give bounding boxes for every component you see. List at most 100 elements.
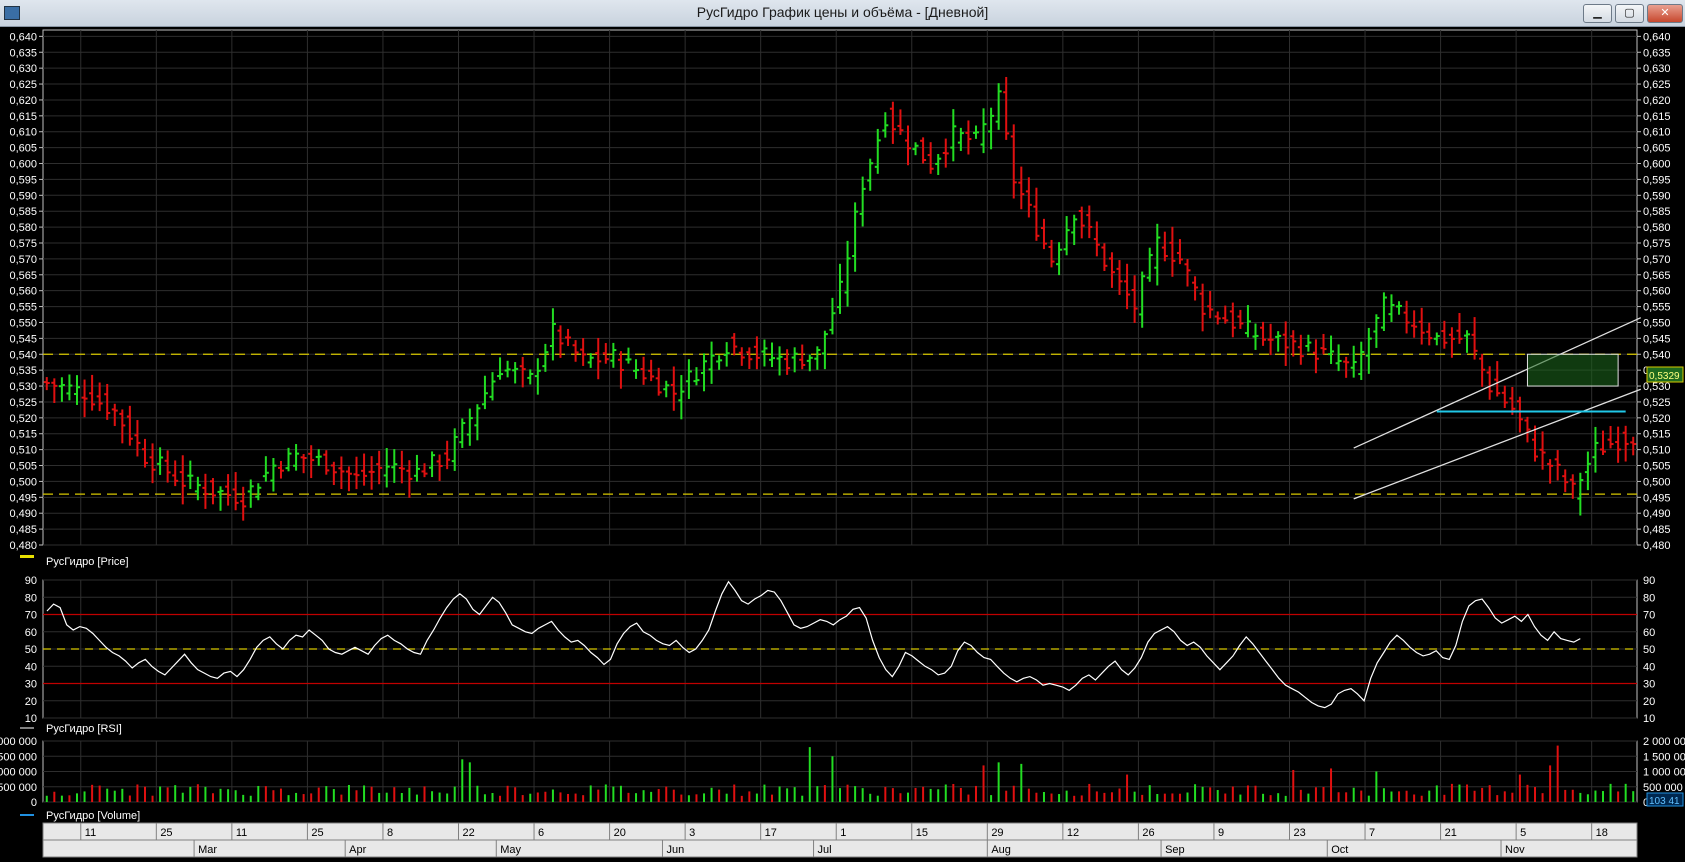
x-axis-day-label: 12: [1067, 827, 1079, 839]
x-axis-day-label: 25: [311, 827, 323, 839]
rsi-panel[interactable]: 10 10 20 20 30 30 40 40 50 50 60 60 70 70 80 80 90 90: [25, 575, 1656, 725]
price-y-tick-label-right: 0,580: [1643, 222, 1671, 234]
x-axis-month-label: May: [500, 844, 521, 856]
x-axis-month-label: Aug: [991, 844, 1011, 856]
x-axis-day-label: 1: [840, 827, 846, 839]
price-y-tick-label-right: 0,635: [1643, 47, 1671, 59]
price-y-tick-label-left: 0,485: [9, 524, 37, 536]
price-y-tick-label-right: 0,630: [1643, 63, 1671, 75]
price-y-tick-label-right: 0,570: [1643, 254, 1671, 266]
price-y-tick-label-left: 0,590: [9, 190, 37, 202]
x-axis-day-label: 20: [614, 827, 626, 839]
volume-y-tick-label-right: 1 000 000: [1643, 767, 1685, 779]
volume-legend-swatch: [20, 814, 34, 816]
volume-y-tick-label-left: 500 000: [0, 782, 37, 794]
price-y-tick-label-left: 0,550: [9, 317, 37, 329]
price-y-tick-label-right: 0,585: [1643, 206, 1671, 218]
volume-legend: РусГидро [Volume]: [46, 810, 140, 822]
price-y-tick-label-right: 0,545: [1643, 333, 1671, 345]
x-axis-day-label: 23: [1293, 827, 1305, 839]
chart-canvas: 0,480 0,480 0,485 0,485 0,490 0,490 0,495 0,495…: [0, 29, 1685, 858]
volume-y-tick-label-right: 1 500 000: [1643, 751, 1685, 763]
x-axis-day-label: 3: [689, 827, 695, 839]
price-y-tick-label-right: 0,595: [1643, 174, 1671, 186]
price-y-tick-label-left: 0,570: [9, 254, 37, 266]
x-axis-day-label: 25: [160, 827, 172, 839]
price-y-tick-label-right: 0,625: [1643, 79, 1671, 91]
price-y-tick-label-left: 0,575: [9, 238, 37, 250]
price-y-tick-label-right: 0,505: [1643, 461, 1671, 473]
price-y-tick-label-left: 0,515: [9, 429, 37, 441]
price-y-tick-label-left: 0,490: [9, 508, 37, 520]
price-y-tick-label-left: 0,620: [9, 95, 37, 107]
volume-y-tick-label-right: 2 000 000: [1643, 736, 1685, 748]
x-axis[interactable]: 11 25 11 25 8 22 6 20 3 17 1 15 29 12 26 9 23 7 21 5 18 Mar Ap…: [42, 822, 1638, 858]
x-axis-month-label: Jul: [818, 844, 832, 856]
x-axis-month-label: Mar: [198, 844, 217, 856]
price-y-tick-label-left: 0,625: [9, 79, 37, 91]
rsi-y-tick-label-left: 40: [25, 661, 37, 673]
price-y-tick-label-left: 0,500: [9, 476, 37, 488]
rsi-y-tick-label-right: 60: [1643, 627, 1655, 639]
price-y-tick-label-right: 0,550: [1643, 317, 1671, 329]
price-y-tick-label-left: 0,565: [9, 270, 37, 282]
price-y-tick-label-left: 0,615: [9, 111, 37, 123]
price-y-tick-label-right: 0,620: [1643, 95, 1671, 107]
price-legend: РусГидро [Price]: [46, 556, 129, 568]
rsi-y-tick-label-right: 50: [1643, 644, 1655, 656]
price-y-tick-label-right: 0,485: [1643, 524, 1671, 536]
x-axis-day-label: 22: [462, 827, 474, 839]
x-axis-day-label: 21: [1445, 827, 1457, 839]
rsi-y-tick-label-right: 40: [1643, 661, 1655, 673]
price-y-tick-label-right: 0,615: [1643, 111, 1671, 123]
volume-badge-text: 103 41: [1649, 796, 1680, 807]
price-y-tick-label-right: 0,500: [1643, 476, 1671, 488]
price-y-tick-label-right: 0,640: [1643, 31, 1671, 43]
price-y-tick-label-left: 0,505: [9, 461, 37, 473]
price-y-tick-label-right: 0,560: [1643, 286, 1671, 298]
rsi-y-tick-label-left: 70: [25, 610, 37, 622]
price-y-tick-label-right: 0,490: [1643, 508, 1671, 520]
rsi-y-tick-label-right: 30: [1643, 679, 1655, 691]
rsi-y-tick-label-right: 70: [1643, 610, 1655, 622]
x-axis-day-label: 11: [236, 827, 247, 839]
rsi-y-tick-label-left: 60: [25, 627, 37, 639]
price-panel[interactable]: 0,480 0,480 0,485 0,485 0,490 0,490 0,495 0,495…: [9, 29, 1671, 552]
rsi-y-tick-label-right: 20: [1643, 696, 1655, 708]
x-axis-day-label: 17: [765, 827, 777, 839]
price-y-tick-label-right: 0,515: [1643, 429, 1671, 441]
price-y-tick-label-left: 0,580: [9, 222, 37, 234]
price-y-tick-label-left: 0,540: [9, 349, 37, 361]
price-y-tick-label-left: 0,560: [9, 286, 37, 298]
price-y-tick-label-left: 0,600: [9, 159, 37, 171]
price-y-tick-label-left: 0,535: [9, 365, 37, 377]
x-axis-day-label: 5: [1520, 827, 1526, 839]
price-y-tick-label-right: 0,565: [1643, 270, 1671, 282]
rsi-y-tick-label-right: 90: [1643, 575, 1655, 587]
price-legend-swatch: [20, 555, 34, 558]
rsi-y-tick-label-left: 90: [25, 575, 37, 587]
x-axis-day-label: 29: [991, 827, 1003, 839]
price-y-tick-label-left: 0,525: [9, 397, 37, 409]
price-y-tick-label-right: 0,540: [1643, 349, 1671, 361]
x-axis-month-label: Sep: [1165, 844, 1185, 856]
price-y-tick-label-right: 0,520: [1643, 413, 1671, 425]
price-y-tick-label-right: 0,575: [1643, 238, 1671, 250]
volume-y-tick-label-left: 0: [31, 797, 37, 809]
rsi-y-tick-label-right: 10: [1643, 713, 1655, 725]
rsi-y-tick-label-right: 80: [1643, 592, 1655, 604]
price-y-tick-label-right: 0,495: [1643, 492, 1671, 504]
price-y-tick-label-right: 0,530: [1643, 381, 1671, 393]
rsi-y-tick-label-left: 80: [25, 592, 37, 604]
volume-panel[interactable]: 00500 000500 0001 000 0001 000 0001 500 …: [0, 736, 1685, 809]
x-axis-month-label: Oct: [1331, 844, 1348, 856]
volume-y-tick-label-left: 1 500 000: [0, 751, 37, 763]
price-y-tick-label-right: 0,610: [1643, 127, 1671, 139]
rsi-y-tick-label-left: 10: [25, 713, 37, 725]
rsi-y-tick-label-left: 30: [25, 679, 37, 691]
price-y-tick-label-left: 0,530: [9, 381, 37, 393]
price-y-tick-label-right: 0,555: [1643, 302, 1671, 314]
x-axis-day-label: 6: [538, 827, 544, 839]
price-y-tick-label-right: 0,525: [1643, 397, 1671, 409]
x-axis-month-label: Jun: [666, 844, 684, 856]
